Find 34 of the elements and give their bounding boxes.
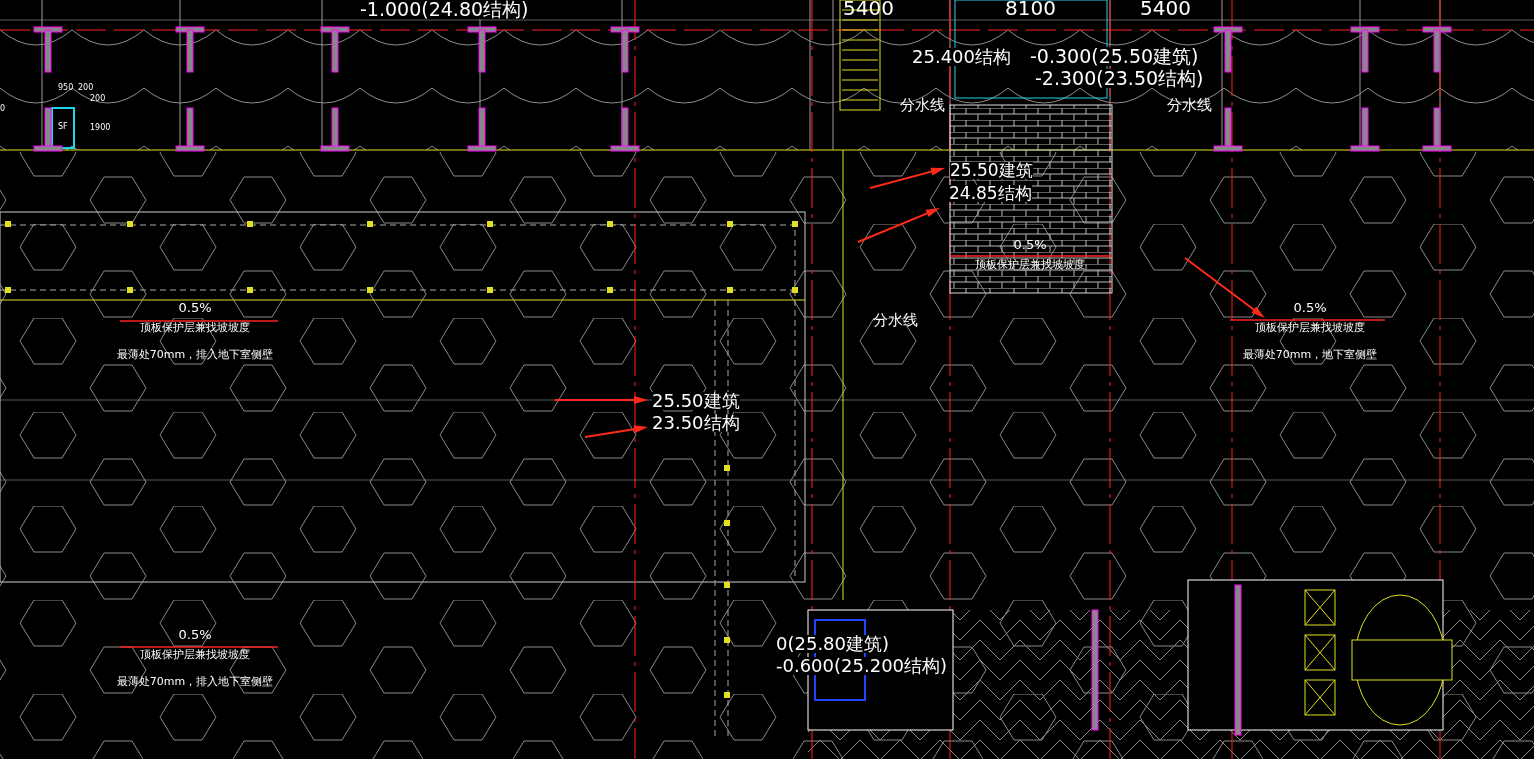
slope-note: 最薄处70mm，排入地下室侧壁 [116,349,274,360]
slope-note: 顶板保护层兼找坡坡度 [1255,322,1365,333]
slope-note: 顶板保护层兼找坡坡度 [975,259,1085,270]
dimension-label: 0 [0,105,6,113]
elevation-label: -2.300(23.50结构) [1035,69,1204,88]
elevation-label: 25.50建筑 [950,162,1033,179]
slope-label: 0.5% [178,628,212,641]
elevation-label: 0(25.80建筑) [776,635,890,653]
elevation-label: 25.50建筑 [652,392,740,410]
slope-note: 顶板保护层兼找坡坡度 [140,322,250,333]
divide-line-label: 分水线 [1167,98,1212,113]
dimension-label: 5400 [1140,0,1191,18]
dimension-label: 200 [78,84,94,92]
slope-note: 最薄处70mm，地下室侧壁 [1242,349,1378,360]
dimension-label: 5400 [843,0,894,18]
elevation-label: 24.85结构 [949,185,1032,202]
elevation-label: 23.50结构 [652,414,740,432]
elevation-label: -0.300(25.50建筑) [1030,47,1199,66]
dimension-label: 1900 [90,124,111,132]
slope-label: 0.5% [1293,301,1327,314]
elevation-label: -1.000(24.80结构) [360,0,529,19]
elevation-label: -0.600(25.200结构) [776,657,948,675]
slope-note: 最薄处70mm，排入地下室侧壁 [116,676,274,687]
slope-note: 顶板保护层兼找坡坡度 [140,649,250,660]
divide-line-label: 分水线 [873,313,918,328]
divide-line-label: 分水线 [900,98,945,113]
dimension-label: 200 [90,95,106,103]
slope-label: 0.5% [178,301,212,314]
dimension-label: 8100 [1005,0,1056,18]
slope-label: 0.5% [1013,238,1047,251]
elevation-label: 25.400结构 [912,48,1011,66]
dimension-label: SF [58,123,68,131]
leader-arrow [584,425,648,438]
dimension-label: 950 [58,84,74,92]
